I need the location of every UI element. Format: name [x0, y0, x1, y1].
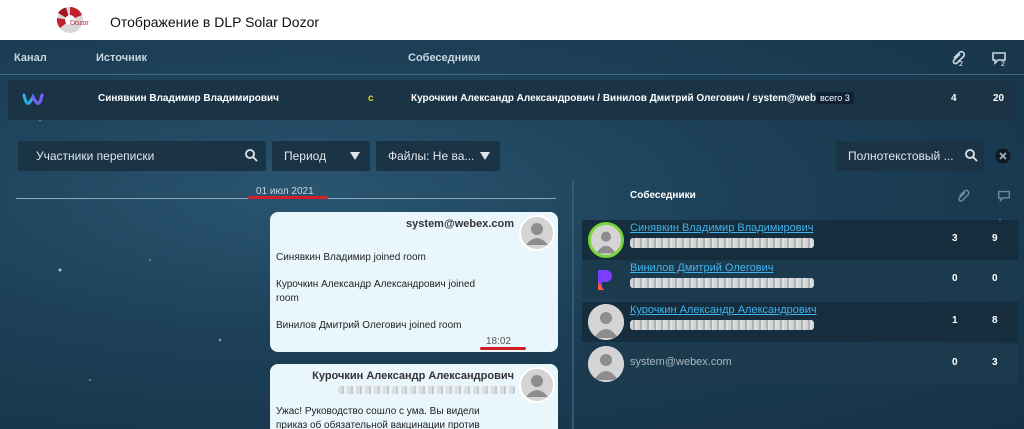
attachment-head-count: 2 — [959, 61, 963, 67]
message-line: Ужас! Руководство сошло с ума. Вы видели — [276, 406, 480, 417]
participant-row[interactable]: Винилов Дмитрий Олегович 0 0 — [582, 260, 1018, 300]
participants-title: Собеседники — [630, 190, 696, 201]
participant-name: system@webex.com — [630, 356, 732, 368]
conversation-row[interactable]: Синявкин Владимир Владимирович c Курочки… — [8, 80, 1016, 120]
participant-attachments: 0 — [952, 357, 958, 368]
top-bar: Dozor Отображение в DLP Solar Dozor — [0, 0, 1024, 40]
participant-attachments: 0 — [952, 273, 958, 284]
participant-row[interactable]: system@webex.com 0 3 — [582, 344, 1018, 384]
logo-text: Dozor — [70, 20, 89, 27]
user-silhouette-icon — [591, 225, 621, 255]
participant-name-link[interactable]: Винилов Дмитрий Олегович — [630, 262, 774, 274]
redacted-email — [338, 386, 516, 394]
user-silhouette-icon — [519, 215, 555, 251]
row-attachments-count: 4 — [951, 93, 957, 104]
participant-name-link[interactable]: Синявкин Владимир Владимирович — [630, 222, 813, 234]
column-header-source[interactable]: Источник — [96, 52, 147, 64]
webex-logo-icon — [22, 93, 44, 105]
conversation-viewer: Канал Источник Собеседники 2 2 Синявкин … — [0, 40, 1024, 429]
time-highlight-mark — [480, 347, 526, 350]
files-dropdown[interactable]: Файлы: Не ва... — [376, 141, 500, 171]
participant-messages: 9 — [992, 233, 998, 244]
avatar — [588, 304, 624, 340]
fulltext-search-input[interactable]: Полнотекстовый ... — [836, 141, 984, 171]
message-bubble[interactable]: Курочкин Александр Александрович Ужас! Р… — [270, 364, 558, 429]
row-source: Синявкин Владимир Владимирович — [98, 93, 279, 104]
pane-divider — [572, 180, 574, 429]
date-highlight-mark — [248, 196, 328, 199]
redacted-email — [630, 278, 814, 288]
participant-row[interactable]: Курочкин Александр Александрович 1 8 — [582, 302, 1018, 342]
webex-app-icon — [598, 270, 612, 290]
chevron-down-icon — [350, 152, 360, 160]
user-silhouette-icon — [588, 346, 624, 382]
header-divider — [0, 74, 1024, 75]
search-icon[interactable] — [964, 148, 978, 162]
participant-messages: 0 — [992, 273, 998, 284]
participant-messages: 8 — [992, 315, 998, 326]
avatar — [519, 367, 555, 403]
message-line: Винилов Дмитрий Олегович joined room — [276, 320, 462, 331]
attachment-icon — [958, 189, 970, 202]
period-dropdown[interactable]: Период — [272, 141, 370, 171]
user-silhouette-icon — [519, 367, 555, 403]
message-line: Курочкин Александр Александрович joined — [276, 279, 476, 290]
column-header-peers[interactable]: Собеседники — [408, 52, 480, 64]
row-messages-count: 20 — [993, 93, 1005, 104]
user-silhouette-icon — [588, 304, 624, 340]
message-time: 18:02 — [486, 336, 512, 347]
app-title: Отображение в DLP Solar Dozor — [110, 14, 320, 30]
participant-messages: 3 — [992, 357, 998, 368]
avatar — [588, 222, 624, 258]
message-author: Курочкин Александр Александрович — [312, 370, 514, 382]
participant-attachments: 1 — [952, 315, 958, 326]
message-author: system@webex.com — [406, 218, 514, 230]
chevron-down-icon — [480, 152, 490, 160]
message-bubble[interactable]: system@webex.com Синявкин Владимир joine… — [270, 212, 558, 352]
attachment-count-icon: 2 — [952, 50, 966, 67]
period-label: Период — [284, 149, 327, 163]
message-icon — [997, 190, 1011, 203]
redacted-email — [630, 238, 814, 248]
files-label: Файлы: Не ва... — [388, 149, 475, 163]
participants-search-input[interactable]: Участники переписки — [18, 141, 266, 171]
message-line: приказ об обязательной вакцинации против — [276, 420, 480, 429]
column-header-channel[interactable]: Канал — [14, 52, 47, 64]
message-line: Синявкин Владимир joined room — [276, 252, 426, 263]
message-head-count: 2 — [1001, 61, 1005, 67]
row-peers: Курочкин Александр Александрович / Винил… — [411, 93, 851, 104]
avatar — [588, 346, 624, 382]
search-icon[interactable] — [244, 148, 258, 162]
participants-placeholder: Участники переписки — [36, 149, 155, 163]
message-count-icon: 2 — [992, 52, 1006, 67]
participant-row[interactable]: Синявкин Владимир Владимирович 3 9 — [582, 220, 1018, 260]
row-total-badge: всего 3 — [816, 92, 854, 104]
clear-filters-icon[interactable] — [995, 148, 1011, 164]
message-line: room — [276, 293, 299, 304]
redacted-email — [630, 320, 814, 330]
fulltext-placeholder: Полнотекстовый ... — [848, 149, 954, 163]
avatar — [519, 215, 555, 251]
row-flag: c — [368, 93, 374, 104]
participant-attachments: 3 — [952, 233, 958, 244]
participant-name-link[interactable]: Курочкин Александр Александрович — [630, 304, 817, 316]
